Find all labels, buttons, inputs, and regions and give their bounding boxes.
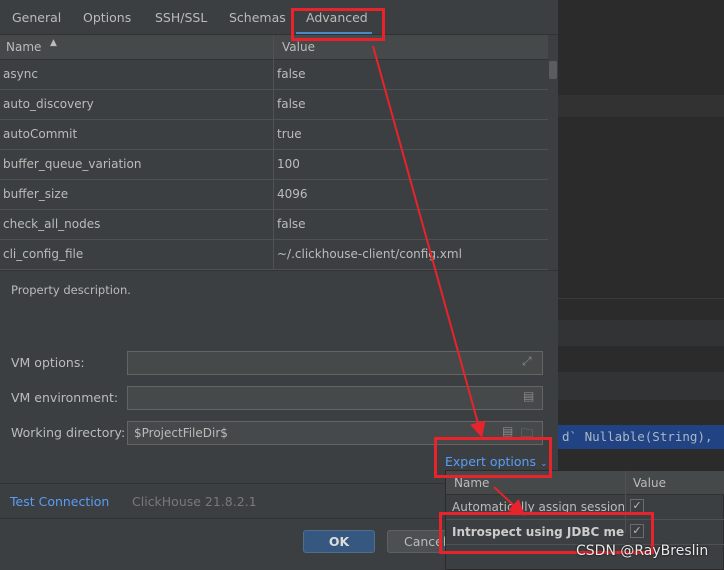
annotation-arrow	[372, 45, 486, 438]
annotation-arrows	[372, 45, 525, 516]
annotation-arrow	[493, 486, 525, 516]
watermark: CSDN @RayBreslin	[576, 543, 709, 559]
